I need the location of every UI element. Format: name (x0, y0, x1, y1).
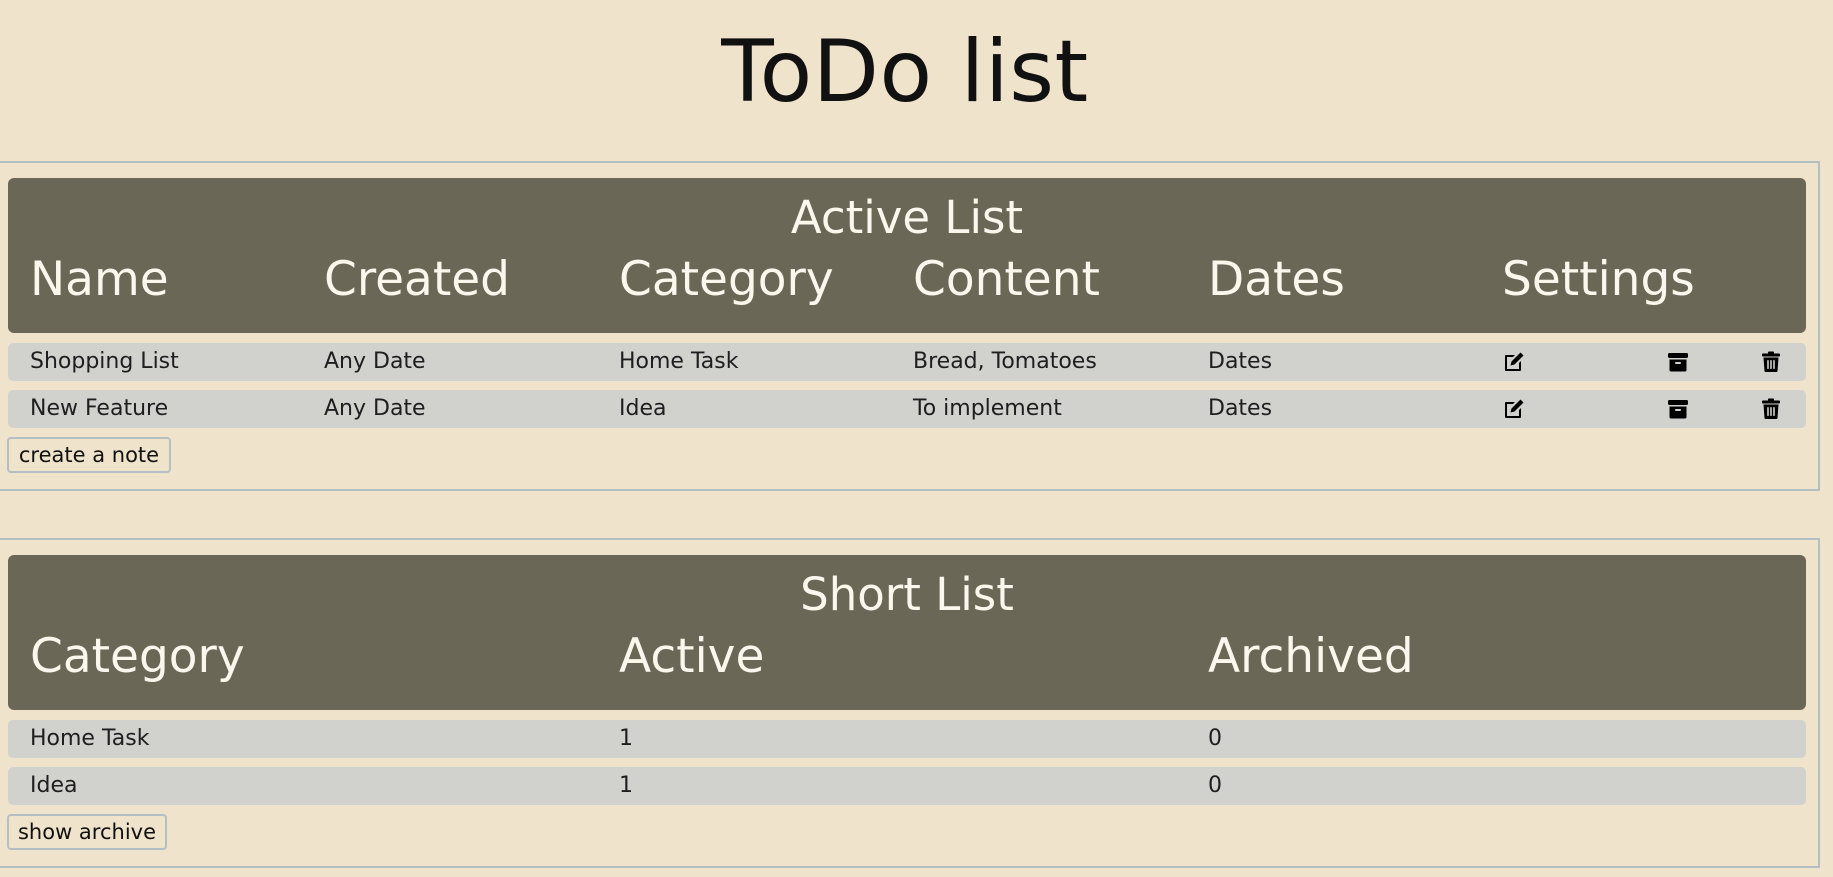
note-category: Idea (619, 396, 667, 421)
archive-icon[interactable] (1666, 350, 1690, 374)
note-content: Bread, Tomatoes (913, 349, 1097, 374)
short-list-panel: Short List Category Active Archived Home… (0, 538, 1820, 868)
note-name: New Feature (30, 396, 169, 421)
column-header-content: Content (913, 252, 1100, 307)
page-title: ToDo list (721, 22, 1089, 122)
note-name: Shopping List (30, 349, 179, 374)
column-header-name: Name (30, 252, 169, 307)
create-note-button[interactable]: create a note (7, 437, 171, 473)
column-header-active: Active (619, 629, 765, 684)
column-header-dates: Dates (1208, 252, 1345, 307)
table-row: Shopping List Any Date Home Task Bread, … (8, 343, 1806, 381)
note-created: Any Date (324, 349, 426, 374)
edit-icon[interactable] (1502, 397, 1526, 421)
edit-icon[interactable] (1502, 350, 1526, 374)
table-row: Idea 1 0 (8, 767, 1806, 805)
table-row: Home Task 1 0 (8, 720, 1806, 758)
table-row: New Feature Any Date Idea To implement D… (8, 390, 1806, 428)
summary-category: Idea (30, 773, 78, 798)
summary-category: Home Task (30, 726, 150, 751)
note-dates: Dates (1208, 349, 1273, 374)
note-created: Any Date (324, 396, 426, 421)
archive-icon[interactable] (1666, 397, 1690, 421)
column-header-category: Category (30, 629, 245, 684)
active-list-heading: Active List (790, 191, 1024, 244)
column-header-category: Category (619, 252, 834, 307)
column-header-archived: Archived (1208, 629, 1414, 684)
trash-icon[interactable] (1759, 350, 1783, 374)
summary-active-count: 1 (619, 726, 633, 751)
active-list-header: Active List Name Created Category Conten… (8, 178, 1806, 333)
show-archive-button[interactable]: show archive (7, 814, 167, 850)
trash-icon[interactable] (1759, 397, 1783, 421)
note-dates: Dates (1208, 396, 1273, 421)
column-header-created: Created (324, 252, 511, 307)
short-list-heading: Short List (800, 568, 1014, 621)
summary-active-count: 1 (619, 773, 633, 798)
note-category: Home Task (619, 349, 739, 374)
note-content: To implement (913, 396, 1062, 421)
active-list-panel: Active List Name Created Category Conten… (0, 161, 1820, 491)
short-list-header: Short List Category Active Archived (8, 555, 1806, 710)
summary-archived-count: 0 (1208, 773, 1222, 798)
summary-archived-count: 0 (1208, 726, 1222, 751)
column-header-settings: Settings (1502, 252, 1695, 307)
